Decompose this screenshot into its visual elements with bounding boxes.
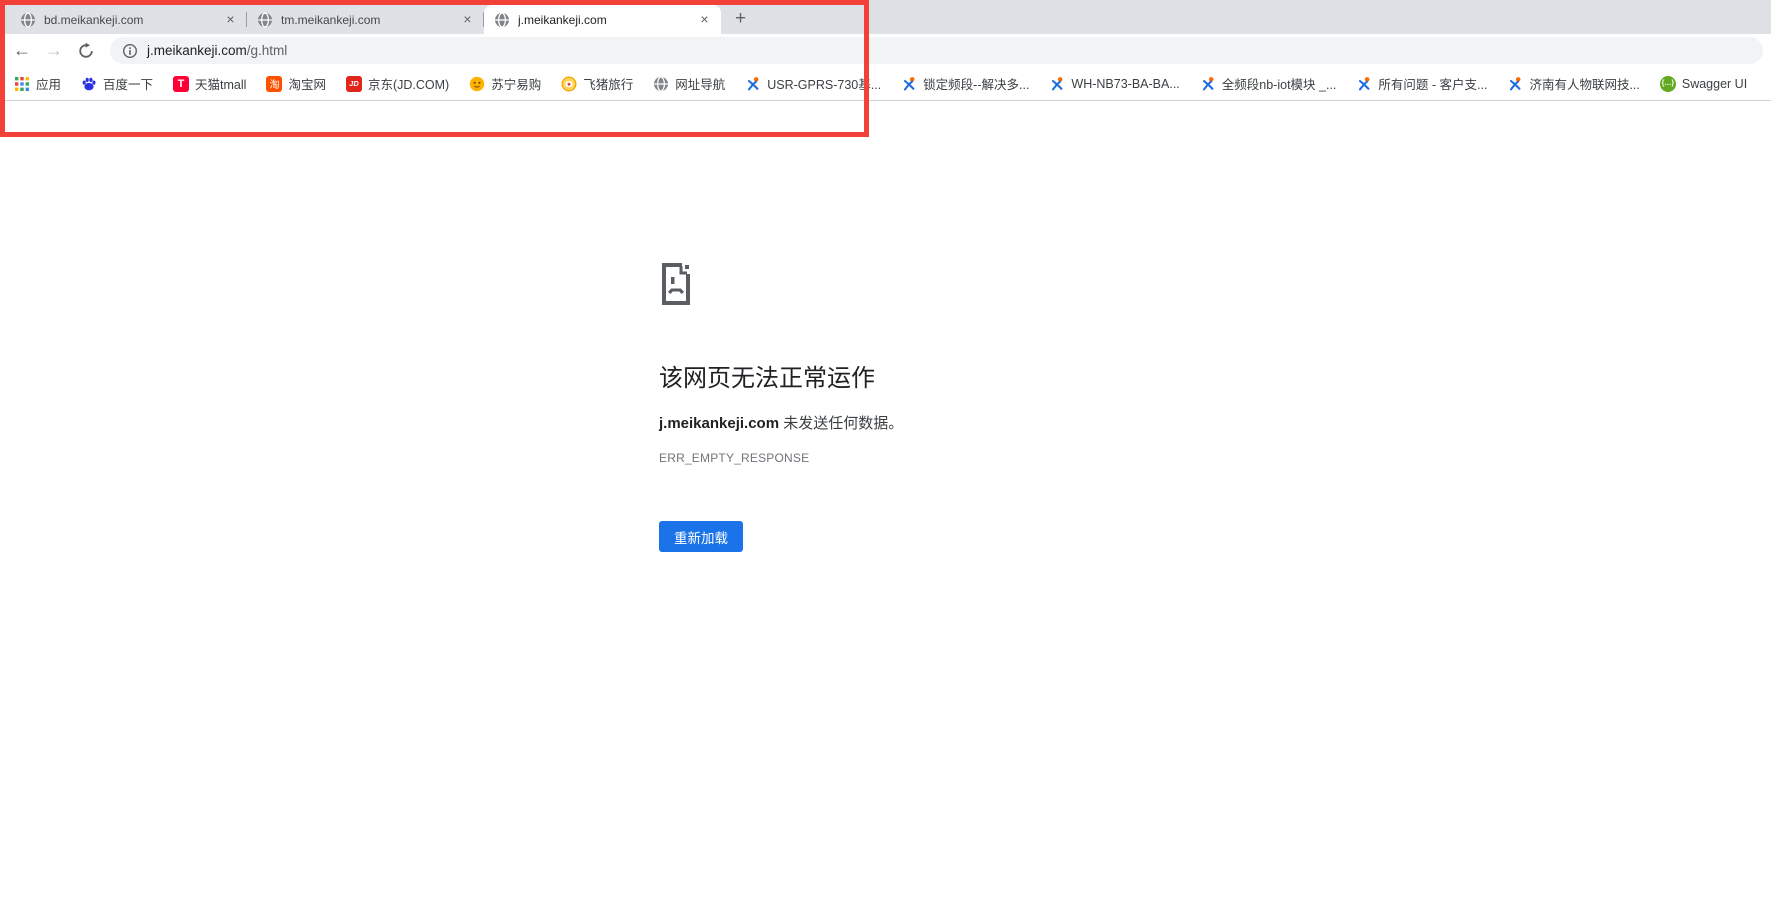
- bookmark-suning[interactable]: 苏宁易购: [469, 74, 541, 93]
- bookmark-wh-nb73[interactable]: WH-NB73-BA-BA...: [1049, 76, 1179, 92]
- bookmark-swagger[interactable]: {…} Swagger UI: [1660, 76, 1747, 92]
- tab-title: j.meikankeji.com: [518, 13, 696, 27]
- tab-strip: bd.meikankeji.com × tm.meikankeji.com × …: [0, 0, 1771, 34]
- error-page: 该网页无法正常运作 j.meikankeji.com 未发送任何数据。 ERR_…: [659, 262, 1219, 552]
- browser-window: bd.meikankeji.com × tm.meikankeji.com × …: [0, 0, 1771, 905]
- bookmark-label: 飞猪旅行: [583, 74, 633, 93]
- bookmark-taobao[interactable]: 淘 淘宝网: [266, 74, 326, 93]
- fliggy-pig-icon: [561, 76, 577, 92]
- taobao-icon: 淘: [266, 76, 282, 92]
- bookmark-label: 网址导航: [675, 74, 725, 93]
- tab-close-icon[interactable]: ×: [222, 11, 239, 28]
- bookmarks-bar: 应用 百度一下 T 天猫tmall 淘 淘宝网 JD 京东(J: [0, 67, 1771, 101]
- sad-page-icon: [659, 262, 692, 306]
- bookmark-label: WH-NB73-BA-BA...: [1071, 77, 1179, 91]
- usr-person-icon: [1507, 76, 1523, 92]
- bookmark-label: 天猫tmall: [195, 74, 246, 93]
- reload-page-button[interactable]: 重新加载: [659, 521, 743, 552]
- usr-person-icon: [1200, 76, 1216, 92]
- url-text: j.meikankeji.com/g.html: [147, 43, 287, 58]
- usr-person-icon: [1356, 76, 1372, 92]
- bookmark-fliggy[interactable]: 飞猪旅行: [561, 74, 633, 93]
- bookmark-nav-site[interactable]: 网址导航: [653, 74, 725, 93]
- url-path: /g.html: [247, 43, 288, 58]
- new-tab-button[interactable]: +: [727, 5, 754, 32]
- error-message-text: 未发送任何数据。: [779, 415, 903, 432]
- bookmark-apps[interactable]: 应用: [14, 74, 61, 93]
- page-content: 该网页无法正常运作 j.meikankeji.com 未发送任何数据。 ERR_…: [0, 101, 1771, 905]
- globe-favicon-icon: [257, 12, 273, 28]
- usr-person-icon: [901, 76, 917, 92]
- bookmark-label: 苏宁易购: [491, 74, 541, 93]
- bookmark-nbiot-module[interactable]: 全频段nb-iot模块 _...: [1200, 74, 1337, 93]
- tab-j-meikankeji-active[interactable]: j.meikankeji.com ×: [484, 5, 721, 34]
- back-icon[interactable]: ←: [8, 37, 36, 65]
- address-bar[interactable]: j.meikankeji.com/g.html: [110, 37, 1763, 64]
- bookmark-label: 济南有人物联网技...: [1529, 74, 1639, 93]
- bookmark-jd[interactable]: JD 京东(JD.COM): [346, 74, 449, 93]
- bookmark-label: 百度一下: [103, 74, 153, 93]
- navigation-toolbar: ← → j.meikankeji.com/g.html: [0, 34, 1771, 67]
- bookmark-label: 锁定频段--解决多...: [923, 74, 1029, 93]
- globe-icon: [653, 76, 669, 92]
- tab-close-icon[interactable]: ×: [459, 11, 476, 28]
- bookmark-support[interactable]: 所有问题 - 客户支...: [1356, 74, 1487, 93]
- baidu-paw-icon: [81, 76, 97, 92]
- url-host: j.meikankeji.com: [147, 43, 247, 58]
- globe-favicon-icon: [20, 12, 36, 28]
- usr-person-icon: [1049, 76, 1065, 92]
- bookmark-label: 全频段nb-iot模块 _...: [1222, 74, 1337, 93]
- bookmark-label: 应用: [36, 74, 61, 93]
- tab-title: tm.meikankeji.com: [281, 13, 459, 27]
- bookmark-lock-band[interactable]: 锁定频段--解决多...: [901, 74, 1029, 93]
- forward-icon[interactable]: →: [40, 37, 68, 65]
- swagger-icon: {…}: [1660, 76, 1676, 92]
- globe-favicon-icon: [494, 12, 510, 28]
- usr-person-icon: [745, 76, 761, 92]
- tab-title: bd.meikankeji.com: [44, 13, 222, 27]
- suning-lion-icon: [469, 76, 485, 92]
- bookmark-usr-gprs[interactable]: USR-GPRS-730基...: [745, 74, 881, 93]
- reload-icon[interactable]: [72, 37, 100, 65]
- bookmark-label: Swagger UI: [1682, 77, 1747, 91]
- bookmark-jinan-usr[interactable]: 济南有人物联网技...: [1507, 74, 1639, 93]
- error-message: j.meikankeji.com 未发送任何数据。: [659, 412, 1219, 433]
- bookmark-label: 所有问题 - 客户支...: [1378, 74, 1487, 93]
- tab-tm-meikankeji[interactable]: tm.meikankeji.com ×: [247, 5, 484, 34]
- bookmark-label: 京东(JD.COM): [368, 74, 449, 93]
- error-domain: j.meikankeji.com: [659, 415, 779, 432]
- error-title: 该网页无法正常运作: [659, 358, 1219, 393]
- tab-close-icon[interactable]: ×: [696, 11, 713, 28]
- tab-bd-meikankeji[interactable]: bd.meikankeji.com ×: [10, 5, 247, 34]
- tmall-icon: T: [173, 76, 189, 92]
- bookmark-tmall[interactable]: T 天猫tmall: [173, 74, 246, 93]
- bookmark-baidu[interactable]: 百度一下: [81, 74, 153, 93]
- bookmark-label: USR-GPRS-730基...: [767, 74, 881, 93]
- bookmark-label: 淘宝网: [288, 74, 326, 93]
- page-info-icon[interactable]: [122, 43, 138, 59]
- jd-icon: JD: [346, 76, 362, 92]
- apps-grid-icon: [14, 76, 30, 92]
- error-code: ERR_EMPTY_RESPONSE: [659, 451, 1219, 465]
